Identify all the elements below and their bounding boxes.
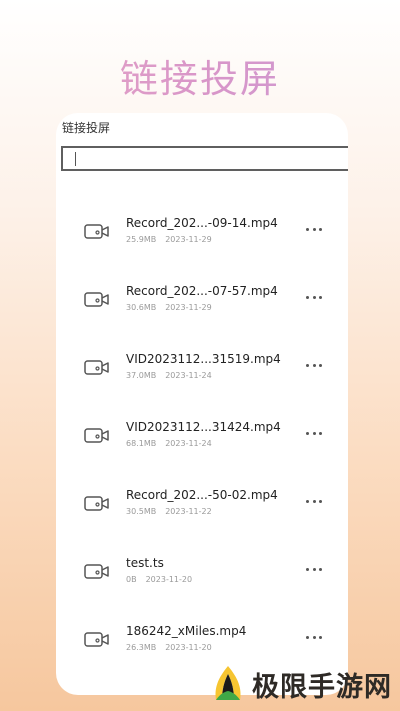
file-meta: 25.9MB 2023-11-29 xyxy=(126,235,212,244)
file-date: 2023-11-22 xyxy=(165,507,212,516)
file-name: Record_202...-09-14.mp4 xyxy=(126,216,278,230)
more-horizontal-icon[interactable] xyxy=(306,362,322,368)
file-meta: 0B 2023-11-20 xyxy=(126,575,192,584)
file-item[interactable]: Record_202...-09-14.mp4 25.9MB 2023-11-29 xyxy=(56,188,348,256)
text-caret xyxy=(75,152,76,166)
more-horizontal-icon[interactable] xyxy=(306,566,322,572)
file-size: 30.6MB xyxy=(126,303,157,312)
more-horizontal-icon[interactable] xyxy=(306,430,322,436)
file-meta: 26.3MB 2023-11-20 xyxy=(126,643,212,652)
file-date: 2023-11-24 xyxy=(165,439,212,448)
more-horizontal-icon[interactable] xyxy=(306,294,322,300)
file-date: 2023-11-20 xyxy=(145,575,193,584)
file-item[interactable]: 186242_xMiles.mp4 26.3MB 2023-11-20 xyxy=(56,596,348,664)
more-horizontal-icon[interactable] xyxy=(306,498,322,504)
file-date: 2023-11-24 xyxy=(165,371,212,380)
watermark-text: 极限手游网 xyxy=(252,671,392,703)
file-size: 0B xyxy=(126,575,137,584)
more-horizontal-icon[interactable] xyxy=(306,634,322,640)
file-meta: 30.5MB 2023-11-22 xyxy=(126,507,212,516)
file-size: 37.0MB xyxy=(126,371,157,380)
file-item[interactable]: VID2023112...31519.mp4 37.0MB 2023-11-24 xyxy=(56,324,348,392)
url-input-box[interactable] xyxy=(61,146,348,171)
file-item[interactable]: Record_202...-07-57.mp4 30.6MB 2023-11-29 xyxy=(56,256,348,324)
file-date: 2023-11-29 xyxy=(165,235,212,244)
file-list-card: 链接投屏 Record_202...-09-14.mp4 25.9MB 2023-… xyxy=(56,113,348,695)
video-camera-icon xyxy=(84,292,109,307)
url-input[interactable] xyxy=(63,148,348,170)
card-title: 链接投屏 xyxy=(62,121,111,135)
video-camera-icon xyxy=(84,632,109,647)
file-name: test.ts xyxy=(126,556,164,570)
file-list: Record_202...-09-14.mp4 25.9MB 2023-11-29… xyxy=(56,188,348,664)
leaf-logo-icon xyxy=(215,666,241,700)
file-date: 2023-11-20 xyxy=(165,643,212,652)
file-size: 68.1MB xyxy=(126,439,157,448)
file-name: Record_202...-07-57.mp4 xyxy=(126,284,278,298)
file-name: 186242_xMiles.mp4 xyxy=(126,624,247,638)
file-meta: 37.0MB 2023-11-24 xyxy=(126,371,212,380)
file-name: VID2023112...31519.mp4 xyxy=(126,352,281,366)
file-meta: 30.6MB 2023-11-29 xyxy=(126,303,212,312)
file-name: Record_202...-50-02.mp4 xyxy=(126,488,278,502)
video-camera-icon xyxy=(84,496,109,511)
file-date: 2023-11-29 xyxy=(165,303,212,312)
file-meta: 68.1MB 2023-11-24 xyxy=(126,439,212,448)
video-camera-icon xyxy=(84,360,109,375)
watermark: 极限手游网 xyxy=(210,664,392,704)
more-horizontal-icon[interactable] xyxy=(306,226,322,232)
file-size: 26.3MB xyxy=(126,643,157,652)
file-item[interactable]: VID2023112...31424.mp4 68.1MB 2023-11-24 xyxy=(56,392,348,460)
video-camera-icon xyxy=(84,224,109,239)
file-item[interactable]: test.ts 0B 2023-11-20 xyxy=(56,528,348,596)
file-size: 25.9MB xyxy=(126,235,157,244)
file-size: 30.5MB xyxy=(126,507,157,516)
file-item[interactable]: Record_202...-50-02.mp4 30.5MB 2023-11-22 xyxy=(56,460,348,528)
hero-title: 链接投屏 xyxy=(0,48,400,103)
file-name: VID2023112...31424.mp4 xyxy=(126,420,281,434)
video-camera-icon xyxy=(84,564,109,579)
video-camera-icon xyxy=(84,428,109,443)
